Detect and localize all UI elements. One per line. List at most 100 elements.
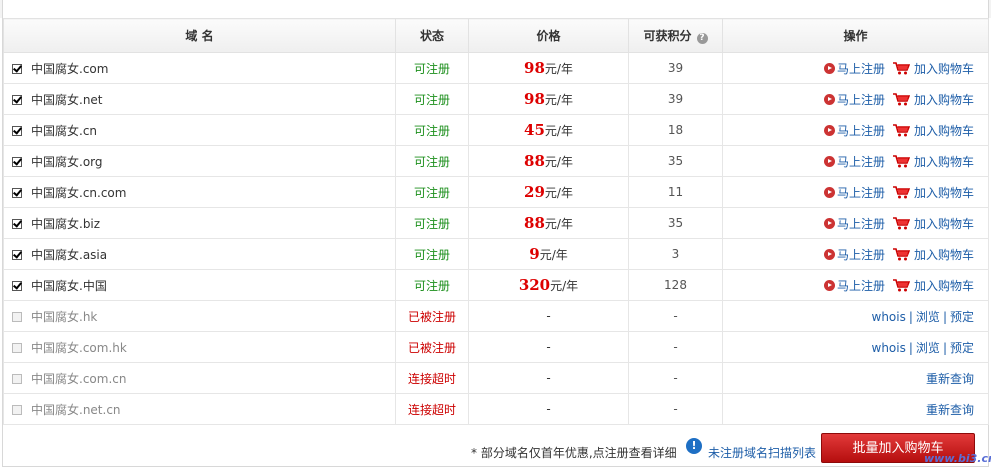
cart-icon[interactable] [892, 92, 911, 106]
price-value: 320 [518, 276, 551, 294]
price-cell: 29元/年 [468, 176, 629, 208]
domain-name: 中国腐女.中国 [31, 278, 107, 293]
price-cell: - [468, 331, 629, 363]
header-domain: 域 名 [3, 18, 396, 53]
register-link[interactable]: 马上注册 [837, 62, 885, 76]
register-link[interactable]: 马上注册 [837, 217, 885, 231]
play-icon[interactable] [823, 155, 835, 167]
cart-icon[interactable] [892, 247, 911, 261]
whois-link[interactable]: whois [872, 341, 906, 355]
points-cell: - [628, 331, 723, 363]
points-cell: 35 [628, 145, 723, 177]
domain-checkbox[interactable] [12, 280, 22, 291]
add-to-cart-link[interactable]: 加入购物车 [914, 62, 974, 76]
status-cell: 可注册 [395, 238, 469, 270]
cart-icon[interactable] [892, 154, 911, 168]
table-row: 中国腐女.hk 已被注册 - - whois | 浏览 | 预定 [3, 300, 989, 332]
cart-icon[interactable] [892, 123, 911, 137]
table-row: 中国腐女.com 可注册 98元/年 39 马上注册 加入购物车 [3, 52, 989, 84]
price-cell: 98元/年 [468, 83, 629, 115]
table-row: 中国腐女.asia 可注册 9元/年 3 马上注册 加入购物车 [3, 238, 989, 270]
price-value: - [546, 371, 551, 385]
add-to-cart-link[interactable]: 加入购物车 [914, 279, 974, 293]
points-cell: - [628, 362, 723, 394]
add-to-cart-link[interactable]: 加入购物车 [914, 248, 974, 262]
play-icon[interactable] [823, 217, 835, 229]
add-to-cart-link[interactable]: 加入购物车 [914, 217, 974, 231]
register-link[interactable]: 马上注册 [837, 93, 885, 107]
separator: | [908, 340, 913, 355]
status-cell: 可注册 [395, 83, 469, 115]
play-icon[interactable] [823, 93, 835, 105]
status-cell: 连接超时 [395, 362, 469, 394]
register-link[interactable]: 马上注册 [837, 186, 885, 200]
unregistered-scan-link[interactable]: 未注册域名扫描列表 [708, 444, 816, 461]
watermark: www.bi3.cn [924, 452, 991, 465]
register-link[interactable]: 马上注册 [837, 279, 885, 293]
table-header-row: 域 名 状态 价格 可获积分? 操作 [3, 18, 989, 53]
reserve-link[interactable]: 预定 [950, 341, 974, 355]
price-unit: 元/年 [544, 62, 573, 76]
retry-query-link[interactable]: 重新查询 [926, 372, 974, 386]
status-text: 可注册 [413, 185, 450, 200]
status-text: 可注册 [413, 154, 450, 169]
domain-checkbox [12, 342, 22, 353]
domain-checkbox [12, 311, 22, 322]
status-cell: 已被注册 [395, 331, 469, 363]
add-to-cart-link[interactable]: 加入购物车 [914, 124, 974, 138]
price-cell: 88元/年 [468, 207, 629, 239]
register-link[interactable]: 马上注册 [837, 155, 885, 169]
actions-cell: 马上注册 加入购物车 [722, 238, 989, 270]
actions-cell: whois | 浏览 | 预定 [722, 300, 989, 332]
cart-icon[interactable] [892, 278, 911, 292]
domain-checkbox[interactable] [12, 94, 22, 105]
play-icon[interactable] [823, 248, 835, 260]
price-value: 98 [524, 59, 545, 77]
play-icon[interactable] [823, 62, 835, 74]
domain-cell: 中国腐女.biz [3, 207, 396, 239]
add-to-cart-link[interactable]: 加入购物车 [914, 93, 974, 107]
price-value: 88 [524, 152, 545, 170]
register-link[interactable]: 马上注册 [837, 248, 885, 262]
separator: | [942, 340, 947, 355]
play-icon[interactable] [823, 186, 835, 198]
points-cell: 35 [628, 207, 723, 239]
cart-icon[interactable] [892, 185, 911, 199]
add-to-cart-link[interactable]: 加入购物车 [914, 155, 974, 169]
reserve-link[interactable]: 预定 [950, 310, 974, 324]
domain-name: 中国腐女.biz [31, 216, 101, 231]
table-row: 中国腐女.org 可注册 88元/年 35 马上注册 加入购物车 [3, 145, 989, 177]
domain-name: 中国腐女.com.cn [31, 371, 127, 386]
play-icon[interactable] [823, 279, 835, 291]
domain-checkbox[interactable] [12, 63, 22, 74]
domain-checkbox[interactable] [12, 249, 22, 260]
price-value: 9 [529, 245, 540, 263]
domain-checkbox[interactable] [12, 156, 22, 167]
whois-link[interactable]: whois [872, 310, 906, 324]
actions-cell: 马上注册 加入购物车 [722, 83, 989, 115]
help-icon[interactable]: ? [696, 33, 708, 44]
domain-cell: 中国腐女.中国 [3, 269, 396, 301]
domain-name: 中国腐女.com [31, 61, 109, 76]
cart-icon[interactable] [892, 61, 911, 75]
cart-icon[interactable] [892, 216, 911, 230]
domain-name: 中国腐女.cn.com [31, 185, 127, 200]
browse-link[interactable]: 浏览 [916, 310, 940, 324]
separator: | [942, 309, 947, 324]
play-icon[interactable] [823, 124, 835, 136]
price-value: 45 [524, 121, 545, 139]
domain-checkbox[interactable] [12, 187, 22, 198]
header-status: 状态 [395, 18, 469, 53]
browse-link[interactable]: 浏览 [916, 341, 940, 355]
add-to-cart-link[interactable]: 加入购物车 [914, 186, 974, 200]
domain-checkbox[interactable] [12, 125, 22, 136]
register-link[interactable]: 马上注册 [837, 124, 885, 138]
domain-checkbox[interactable] [12, 218, 22, 229]
actions-cell: 马上注册 加入购物车 [722, 207, 989, 239]
domain-name: 中国腐女.com.hk [31, 340, 127, 355]
domain-cell: 中国腐女.net.cn [3, 393, 396, 425]
retry-query-link[interactable]: 重新查询 [926, 403, 974, 417]
price-unit: 元/年 [550, 279, 579, 293]
domain-cell: 中国腐女.cn [3, 114, 396, 146]
points-cell: - [628, 300, 723, 332]
